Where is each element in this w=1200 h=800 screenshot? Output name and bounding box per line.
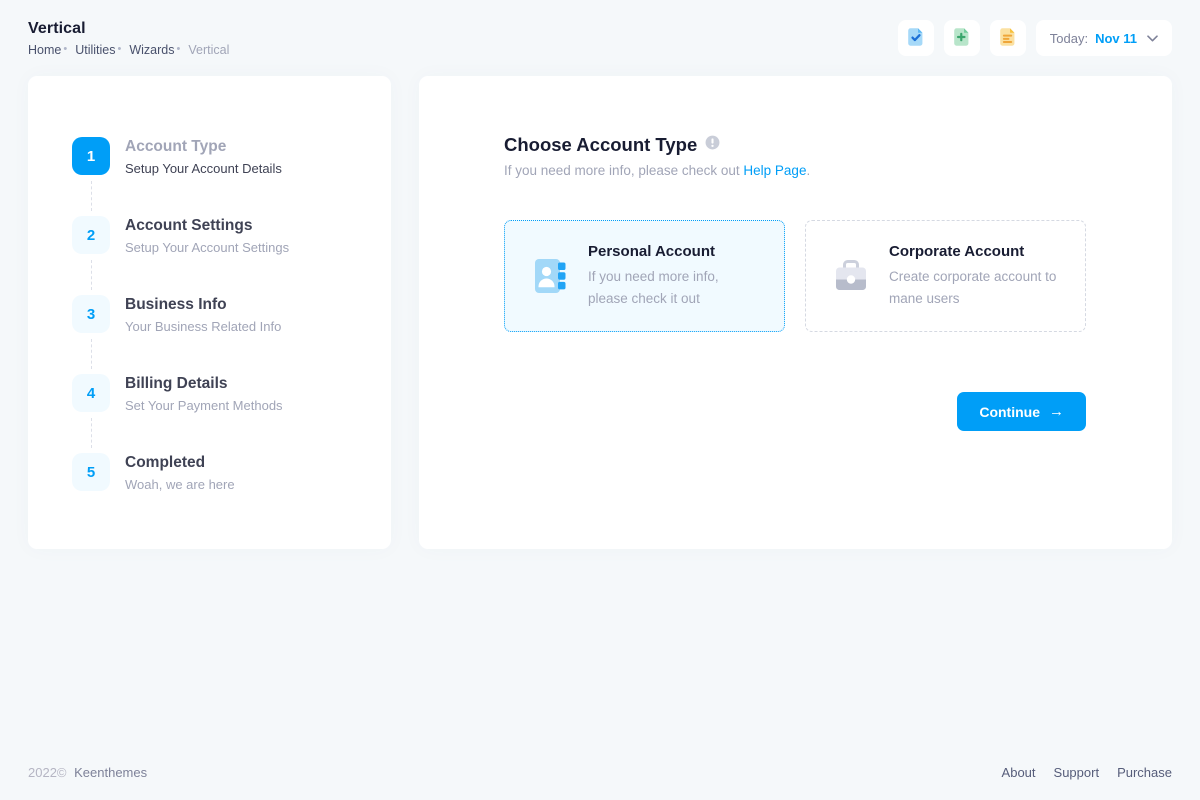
option-text: Personal Account If you need more info, … xyxy=(588,243,759,309)
step-number-badge[interactable]: 1 xyxy=(72,137,110,175)
file-check-icon xyxy=(905,26,927,51)
help-text: If you need more info, please check out xyxy=(504,163,743,178)
step-title: Billing Details xyxy=(125,374,283,394)
step-title: Account Type xyxy=(125,137,282,157)
step-number-badge[interactable]: 3 xyxy=(72,295,110,333)
step-title: Account Settings xyxy=(125,216,289,236)
option-corporate-account[interactable]: Corporate Account Create corporate accou… xyxy=(805,220,1086,332)
wizard-content-card: Choose Account Type If you need more inf… xyxy=(419,76,1172,549)
copyright-year: 2022© xyxy=(28,765,67,780)
account-type-options: Personal Account If you need more info, … xyxy=(504,220,1086,332)
footer-link-purchase[interactable]: Purchase xyxy=(1117,765,1172,780)
step-subtitle: Set Your Payment Methods xyxy=(125,397,283,414)
date-selector[interactable]: Today: Nov 11 xyxy=(1036,20,1172,56)
step-subtitle: Setup Your Account Settings xyxy=(125,239,289,256)
step-text: Account Settings Setup Your Account Sett… xyxy=(125,216,289,256)
step-billing-details[interactable]: 4 Billing Details Set Your Payment Metho… xyxy=(72,374,361,453)
wizard-heading: Choose Account Type xyxy=(504,134,697,156)
address-book-icon xyxy=(530,256,570,296)
file-plus-button[interactable] xyxy=(944,20,980,56)
info-circle-icon[interactable] xyxy=(705,135,720,155)
chevron-down-icon xyxy=(1147,35,1158,42)
file-check-button[interactable] xyxy=(898,20,934,56)
step-subtitle: Woah, we are here xyxy=(125,476,235,493)
arrow-right-icon: → xyxy=(1049,404,1064,419)
briefcase-icon xyxy=(831,256,871,296)
footer-link-about[interactable]: About xyxy=(1002,765,1036,780)
footer: 2022© Keenthemes About Support Purchase xyxy=(28,765,1172,800)
footer-copyright: 2022© Keenthemes xyxy=(28,765,147,780)
option-title: Corporate Account xyxy=(889,243,1060,260)
step-number-badge[interactable]: 5 xyxy=(72,453,110,491)
breadcrumb-home[interactable]: Home xyxy=(28,43,61,57)
step-text: Business Info Your Business Related Info xyxy=(125,295,281,335)
toolbar-actions: Today: Nov 11 xyxy=(898,20,1172,56)
wizard-layout: 1 Account Type Setup Your Account Detail… xyxy=(28,76,1172,549)
step-number-badge[interactable]: 4 xyxy=(72,374,110,412)
toolbar: Vertical Home • Utilities • Wizards • Ve… xyxy=(28,0,1172,76)
breadcrumb-current: Vertical xyxy=(188,43,229,57)
footer-links: About Support Purchase xyxy=(1002,765,1172,780)
breadcrumb-wizards[interactable]: Wizards xyxy=(129,43,174,57)
stepper-card: 1 Account Type Setup Your Account Detail… xyxy=(28,76,391,549)
breadcrumb-utilities[interactable]: Utilities xyxy=(75,43,115,57)
step-completed[interactable]: 5 Completed Woah, we are here xyxy=(72,453,361,493)
breadcrumb: Home • Utilities • Wizards • Vertical xyxy=(28,43,229,57)
page-title: Vertical xyxy=(28,20,229,38)
continue-button[interactable]: Continue → xyxy=(957,392,1086,431)
help-suffix: . xyxy=(806,163,810,178)
option-personal-account[interactable]: Personal Account If you need more info, … xyxy=(504,220,785,332)
step-business-info[interactable]: 3 Business Info Your Business Related In… xyxy=(72,295,361,374)
date-value: Nov 11 xyxy=(1095,31,1137,46)
step-subtitle: Setup Your Account Details xyxy=(125,160,282,177)
step-subtitle: Your Business Related Info xyxy=(125,318,281,335)
step-text: Billing Details Set Your Payment Methods xyxy=(125,374,283,414)
option-text: Corporate Account Create corporate accou… xyxy=(889,243,1060,309)
breadcrumb-separator: • xyxy=(177,44,181,55)
continue-label: Continue xyxy=(979,404,1040,420)
file-lines-button[interactable] xyxy=(990,20,1026,56)
breadcrumb-separator: • xyxy=(118,44,122,55)
brand-link[interactable]: Keenthemes xyxy=(74,765,147,780)
date-label: Today: xyxy=(1050,31,1088,46)
option-description: Create corporate account to mane users xyxy=(889,266,1060,309)
page: Vertical Home • Utilities • Wizards • Ve… xyxy=(0,0,1200,800)
option-title: Personal Account xyxy=(588,243,759,260)
footer-link-support[interactable]: Support xyxy=(1054,765,1100,780)
step-title: Completed xyxy=(125,453,235,473)
step-text: Completed Woah, we are here xyxy=(125,453,235,493)
file-lines-icon xyxy=(997,26,1019,51)
step-text: Account Type Setup Your Account Details xyxy=(125,137,282,177)
wizard-actions: Continue → xyxy=(504,392,1086,431)
breadcrumb-separator: • xyxy=(63,44,67,55)
option-description: If you need more info, please check it o… xyxy=(588,266,759,309)
page-heading-block: Vertical Home • Utilities • Wizards • Ve… xyxy=(28,20,229,57)
file-plus-icon xyxy=(951,26,973,51)
step-account-type[interactable]: 1 Account Type Setup Your Account Detail… xyxy=(72,137,361,216)
wizard-subheading: If you need more info, please check out … xyxy=(504,163,1086,178)
step-title: Business Info xyxy=(125,295,281,315)
help-page-link[interactable]: Help Page xyxy=(743,163,806,178)
step-account-settings[interactable]: 2 Account Settings Setup Your Account Se… xyxy=(72,216,361,295)
step-number-badge[interactable]: 2 xyxy=(72,216,110,254)
